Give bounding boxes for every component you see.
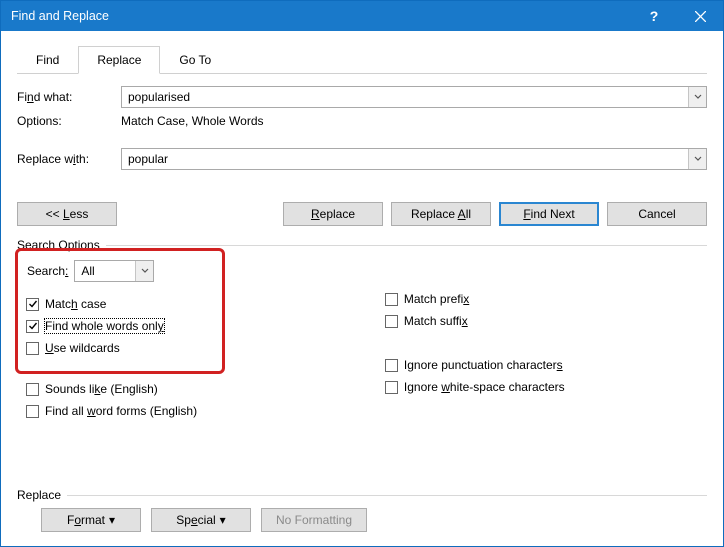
tab-replace[interactable]: Replace [78,46,160,74]
replace-footer-header: Replace [17,488,707,502]
find-replace-dialog: Find and Replace ? Find Replace Go To Fi… [0,0,724,547]
replace-button[interactable]: Replace [283,202,383,226]
sounds-like-checkbox[interactable]: Sounds like (English) [26,382,385,396]
titlebar: Find and Replace ? [1,1,723,31]
tab-goto[interactable]: Go To [160,46,230,74]
search-options-area: Search: All Match case [17,260,707,426]
cancel-button[interactable]: Cancel [607,202,707,226]
chevron-down-icon [694,94,702,100]
replace-all-button[interactable]: Replace All [391,202,491,226]
replace-with-value: popular [122,152,688,166]
match-case-checkbox[interactable]: Match case [26,297,214,311]
word-forms-checkbox[interactable]: Find all word forms (English) [26,404,385,418]
less-button[interactable]: << Less [17,202,117,226]
wildcards-checkbox[interactable]: Use wildcards [26,341,214,355]
check-icon [28,321,38,331]
find-what-dropdown-icon[interactable] [688,87,706,107]
replace-with-label: Replace with: [17,152,121,166]
format-button[interactable]: Format▾ [41,508,141,532]
replace-with-input[interactable]: popular [121,148,707,170]
help-button[interactable]: ? [631,1,677,31]
replace-with-dropdown-icon[interactable] [688,149,706,169]
ignore-whitespace-checkbox[interactable]: Ignore white-space characters [385,380,707,394]
check-icon [28,299,38,309]
triangle-down-icon: ▾ [109,513,115,527]
triangle-down-icon: ▾ [220,513,226,527]
tabstrip: Find Replace Go To [17,45,707,74]
options-label: Options: [17,114,121,128]
find-next-button[interactable]: Find Next [499,202,599,226]
options-value: Match Case, Whole Words [121,114,264,128]
find-what-label: Find what: [17,90,121,104]
match-prefix-checkbox[interactable]: Match prefix [385,292,707,306]
close-icon [695,11,706,22]
close-button[interactable] [677,1,723,31]
tab-find[interactable]: Find [17,46,78,74]
find-what-input[interactable]: popularised [121,86,707,108]
special-button[interactable]: Special▾ [151,508,251,532]
dialog-title: Find and Replace [11,9,631,23]
chevron-down-icon [694,156,702,162]
match-suffix-checkbox[interactable]: Match suffix [385,314,707,328]
ignore-punctuation-checkbox[interactable]: Ignore punctuation characters [385,358,707,372]
no-formatting-button[interactable]: No Formatting [261,508,367,532]
find-what-value: popularised [122,90,688,104]
whole-words-checkbox[interactable]: Find whole words only [26,319,214,333]
highlight-annotation: Match case Find whole words only Use wil… [15,248,225,374]
